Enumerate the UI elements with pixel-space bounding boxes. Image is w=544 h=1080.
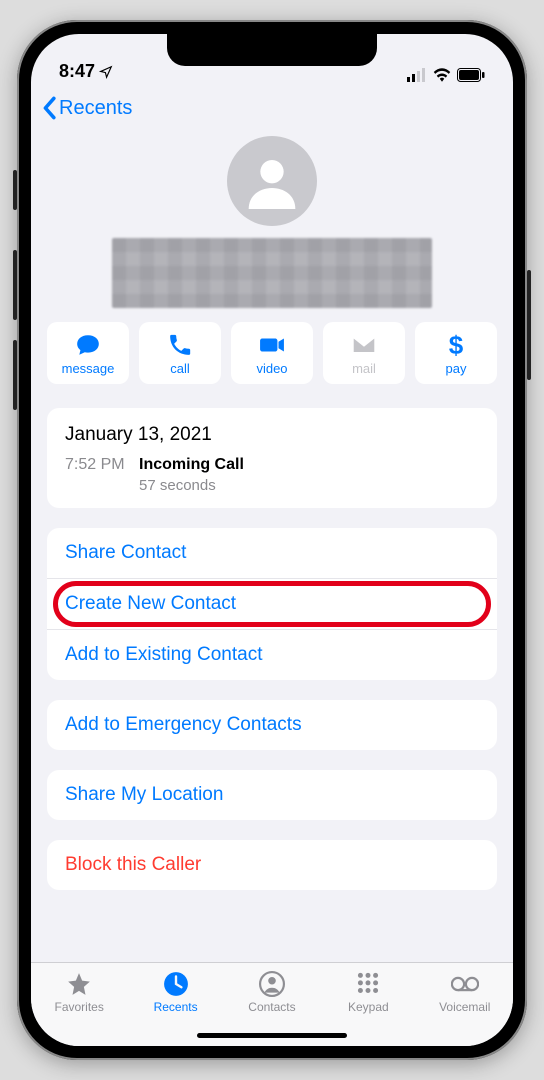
tab-contacts[interactable]: Contacts (232, 971, 312, 1014)
block-caller-row[interactable]: Block this Caller (47, 840, 497, 890)
phone-frame: 8:47 Recents (17, 20, 527, 1060)
location-icon (99, 65, 113, 79)
tab-favorites[interactable]: Favorites (39, 971, 119, 1014)
add-emergency-row[interactable]: Add to Emergency Contacts (47, 700, 497, 750)
contact-options-card: Share Contact Create New Contact Add to … (47, 528, 497, 680)
call-time: 7:52 PM (65, 456, 125, 474)
call-label: call (170, 361, 190, 376)
share-contact-row[interactable]: Share Contact (47, 528, 497, 578)
video-icon (259, 332, 285, 358)
wifi-icon (433, 68, 451, 82)
create-new-label: Create New Contact (65, 593, 236, 614)
action-row: message call video mail $ pay (47, 322, 497, 384)
status-time: 8:47 (59, 61, 95, 82)
battery-icon (457, 68, 485, 82)
video-button[interactable]: video (231, 322, 313, 384)
tab-keypad[interactable]: Keypad (328, 971, 408, 1014)
tab-voicemail-label: Voicemail (439, 1000, 490, 1014)
keypad-icon (354, 971, 382, 997)
video-label: video (256, 361, 287, 376)
back-label: Recents (59, 97, 132, 120)
message-icon (75, 332, 101, 358)
call-date: January 13, 2021 (65, 424, 479, 446)
tab-favorites-label: Favorites (55, 1000, 104, 1014)
message-button[interactable]: message (47, 322, 129, 384)
tab-voicemail[interactable]: Voicemail (425, 971, 505, 1014)
pay-label: pay (446, 361, 467, 376)
emergency-card: Add to Emergency Contacts (47, 700, 497, 750)
avatar (227, 136, 317, 226)
dollar-icon: $ (449, 332, 463, 358)
create-new-contact-row[interactable]: Create New Contact (47, 578, 497, 629)
voicemail-icon (451, 971, 479, 997)
cellular-icon (407, 68, 427, 82)
block-card: Block this Caller (47, 840, 497, 890)
add-existing-contact-row[interactable]: Add to Existing Contact (47, 629, 497, 680)
back-button[interactable]: Recents (41, 96, 132, 120)
tab-keypad-label: Keypad (348, 1000, 389, 1014)
mail-icon (351, 332, 377, 358)
message-label: message (62, 361, 115, 376)
call-duration: 57 seconds (139, 477, 479, 494)
tab-contacts-label: Contacts (248, 1000, 295, 1014)
nav-bar: Recents (31, 86, 513, 130)
location-card: Share My Location (47, 770, 497, 820)
home-indicator[interactable] (197, 1033, 347, 1038)
chevron-left-icon (41, 96, 57, 120)
phone-icon (167, 332, 193, 358)
contact-header (47, 130, 497, 322)
star-icon (65, 971, 93, 997)
person-icon (244, 153, 300, 209)
call-type: Incoming Call (139, 456, 244, 474)
share-location-row[interactable]: Share My Location (47, 770, 497, 820)
contacts-icon (258, 971, 286, 997)
tab-recents[interactable]: Recents (136, 971, 216, 1014)
clock-icon (162, 971, 190, 997)
call-button[interactable]: call (139, 322, 221, 384)
notch (167, 34, 377, 66)
contact-name-redacted (112, 238, 432, 308)
mail-button: mail (323, 322, 405, 384)
call-info-card: January 13, 2021 7:52 PM Incoming Call 5… (47, 408, 497, 508)
mail-label: mail (352, 361, 376, 376)
screen: 8:47 Recents (31, 34, 513, 1046)
pay-button[interactable]: $ pay (415, 322, 497, 384)
tab-recents-label: Recents (154, 1000, 198, 1014)
